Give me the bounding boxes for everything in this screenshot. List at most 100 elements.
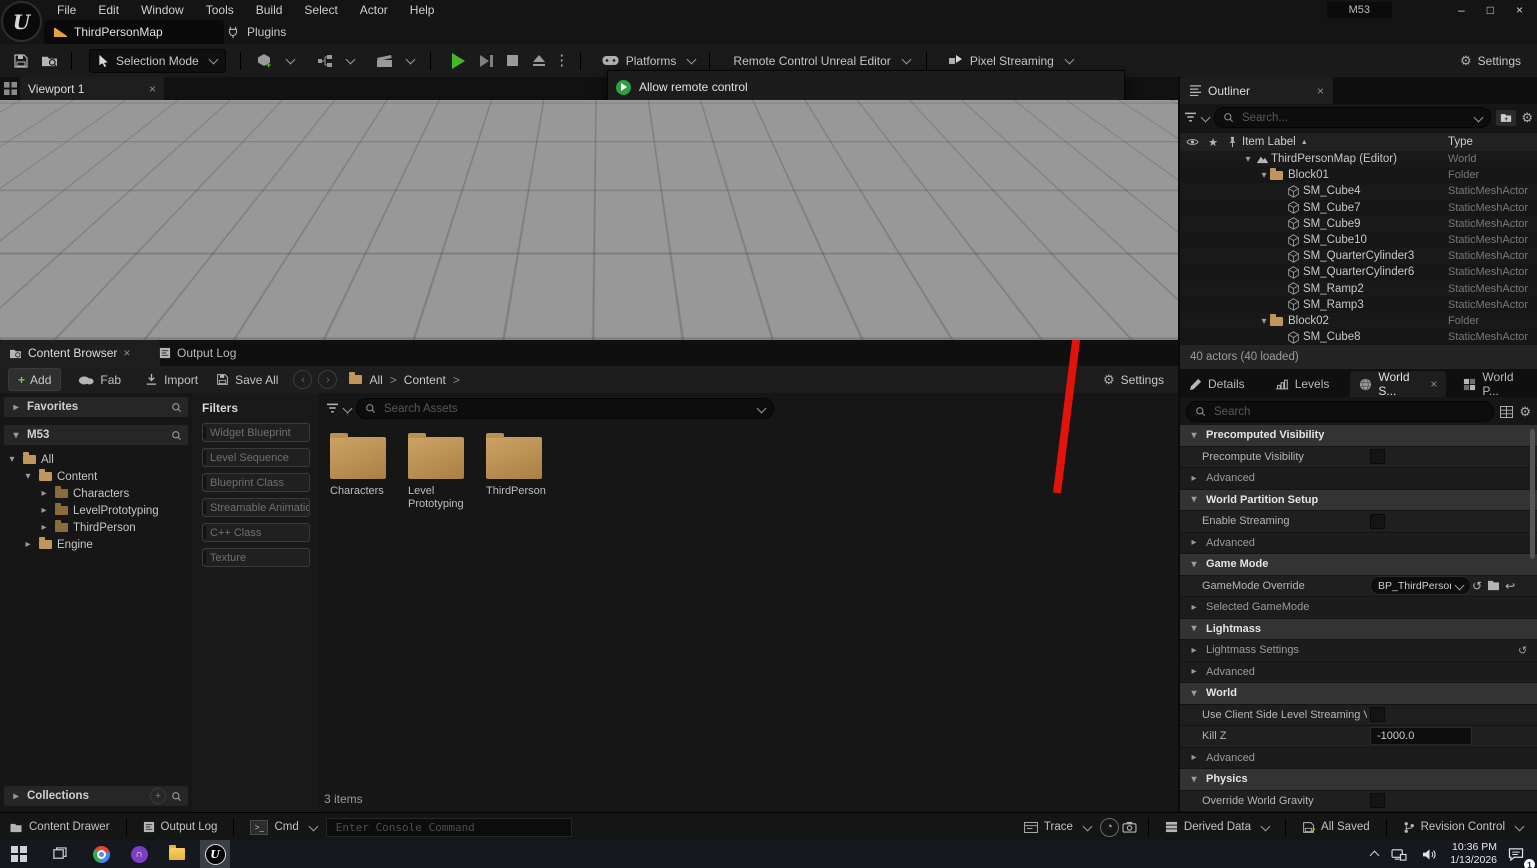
action-center-icon[interactable]: 1 — [1501, 840, 1535, 868]
chrome-icon[interactable] — [86, 840, 116, 868]
gamemode-override-dropdown[interactable]: BP_ThirdPersonG — [1370, 576, 1471, 596]
caret-down-icon[interactable]: ▾ — [1258, 316, 1270, 327]
close-icon[interactable]: × — [1317, 84, 1324, 98]
menu-actor[interactable]: Actor — [349, 0, 399, 20]
filter-cpp-class[interactable]: C++ Class — [202, 523, 310, 542]
pixel-streaming-dropdown[interactable]: Pixel Streaming — [948, 54, 1075, 68]
caret-down-icon[interactable]: ▾ — [22, 471, 34, 482]
selection-mode-dropdown[interactable]: Selection Mode — [89, 48, 226, 73]
outliner-row[interactable]: SM_Ramp3 StaticMeshActor — [1180, 297, 1537, 313]
unreal-taskbar-icon[interactable]: U — [200, 840, 230, 868]
remote-control-dropdown[interactable]: Remote Control Unreal Editor — [733, 54, 912, 68]
category-row[interactable]: ▾ World Partition Setup — [1180, 489, 1537, 511]
advanced-row[interactable]: ▸ Advanced — [1180, 661, 1537, 683]
gear-icon[interactable]: ⚙ — [1521, 111, 1533, 124]
tab-outliner[interactable]: Outliner × — [1180, 77, 1333, 104]
outliner-row[interactable]: ▾ Block02 Folder — [1180, 313, 1537, 330]
outliner-row[interactable]: SM_Cube8 StaticMeshActor — [1180, 329, 1537, 345]
platforms-dropdown[interactable]: Platforms — [602, 54, 697, 68]
property-row[interactable]: Override World Gravity — [1180, 790, 1537, 812]
chevron-down-icon[interactable] — [1473, 112, 1484, 123]
tab-world-partition[interactable]: World P... — [1454, 370, 1537, 398]
outliner-row[interactable]: SM_QuarterCylinder3 StaticMeshActor — [1180, 248, 1537, 265]
tray-expand-icon[interactable] — [1369, 850, 1380, 861]
add-actor-icon[interactable]: + — [248, 53, 282, 69]
category-row[interactable]: ▾ Lightmass — [1180, 618, 1537, 640]
menu-help[interactable]: Help — [399, 0, 446, 20]
search-icon[interactable] — [171, 402, 182, 413]
collections-header[interactable]: ▸ Collections + — [4, 786, 188, 806]
add-collection-icon[interactable]: + — [150, 788, 166, 804]
tree-item-engine[interactable]: ▸ Engine — [0, 536, 192, 553]
insights-icon[interactable]: ◔ — [1099, 817, 1119, 837]
menu-edit[interactable]: Edit — [87, 0, 130, 20]
derived-data-dropdown[interactable]: Derived Data — [1156, 821, 1278, 833]
advanced-row[interactable]: ▸ Advanced — [1180, 747, 1537, 769]
filter-icon[interactable] — [1184, 112, 1197, 123]
all-saved-button[interactable]: All Saved — [1293, 821, 1379, 834]
collapsed-row[interactable]: ▸ Lightmass Settings ↺ — [1180, 640, 1537, 662]
reset-icon[interactable]: ↺ — [1518, 644, 1527, 657]
filter-icon[interactable] — [326, 403, 339, 414]
static-mesh-platform[interactable] — [836, 224, 1002, 310]
chevron-down-icon[interactable] — [285, 54, 296, 65]
reset-icon[interactable]: ↩ — [1505, 579, 1515, 593]
caret-right-icon[interactable]: ▸ — [1188, 537, 1200, 548]
maximize-button[interactable]: □ — [1476, 0, 1505, 20]
category-row[interactable]: ▾ Physics — [1180, 769, 1537, 791]
lit-dropdown[interactable]: Lit — [140, 105, 192, 127]
filter-widget-blueprint[interactable]: Widget Blueprint — [202, 423, 310, 442]
outliner-row[interactable]: ▾ ThirdPersonMap (Editor) World — [1180, 151, 1537, 168]
tree-item-content[interactable]: ▾ Content — [0, 468, 192, 485]
advanced-row[interactable]: ▸ Advanced — [1180, 532, 1537, 554]
task-view-button[interactable] — [44, 840, 74, 868]
world-settings-search[interactable] — [1186, 401, 1495, 422]
star-icon[interactable]: ★ — [1204, 136, 1222, 149]
outliner-row[interactable]: SM_Cube4 StaticMeshActor — [1180, 183, 1537, 200]
tab-details[interactable]: Details — [1180, 371, 1254, 397]
menu-file[interactable]: File — [46, 0, 87, 20]
import-button[interactable]: Import — [136, 373, 207, 387]
caret-right-icon[interactable]: ▸ — [1188, 752, 1200, 763]
viewport-menu-icon[interactable]: ≡ — [6, 105, 30, 129]
breadcrumb-content[interactable]: Content — [404, 373, 446, 387]
filter-texture[interactable]: Texture — [202, 548, 310, 567]
tab-viewport-1[interactable]: Viewport 1 × — [20, 77, 164, 100]
scrollbar[interactable] — [1530, 429, 1535, 559]
caret-right-icon[interactable]: ▸ — [1188, 473, 1200, 484]
checkbox-unchecked[interactable] — [1370, 707, 1385, 723]
caret-down-icon[interactable]: ▾ — [1188, 623, 1200, 634]
content-drawer-icon[interactable] — [34, 53, 64, 68]
caret-right-icon[interactable]: ▸ — [22, 539, 34, 550]
property-row[interactable]: Use Client Side Level Streaming Vol... — [1180, 704, 1537, 726]
tab-output-log[interactable]: Output Log — [150, 340, 245, 366]
blueprints-icon[interactable] — [308, 54, 342, 68]
caret-right-icon[interactable]: ▸ — [1188, 645, 1200, 656]
tree-item-thirdperson[interactable]: ▸ ThirdPerson — [0, 519, 192, 536]
property-row[interactable]: Enable Streaming — [1180, 511, 1537, 533]
caret-down-icon[interactable]: ▾ — [1188, 774, 1200, 785]
trace-dropdown[interactable]: Trace — [1015, 821, 1100, 833]
caret-right-icon[interactable]: ▸ — [1188, 602, 1200, 613]
menu-tools[interactable]: Tools — [195, 0, 245, 20]
kill-z-field[interactable]: -1000.0 — [1370, 727, 1472, 746]
outliner-search[interactable] — [1214, 107, 1492, 128]
show-dropdown[interactable]: Show — [196, 105, 247, 127]
caret-right-icon[interactable]: ▸ — [38, 488, 50, 499]
content-browser-settings-button[interactable]: ⚙ Settings — [1103, 373, 1178, 387]
menu-select[interactable]: Select — [293, 0, 348, 20]
eject-button[interactable] — [526, 54, 552, 67]
checkbox-unchecked[interactable] — [1370, 449, 1385, 465]
grid-view-icon[interactable] — [1500, 405, 1514, 418]
tab-levels[interactable]: Levels — [1266, 371, 1339, 397]
console-command-input[interactable] — [333, 819, 564, 835]
collapsed-row[interactable]: ▸ Selected GameMode — [1180, 597, 1537, 619]
asset-folder-characters[interactable]: Characters — [330, 433, 394, 498]
menu-window[interactable]: Window — [130, 0, 195, 20]
revision-control-dropdown[interactable]: Revision Control — [1394, 821, 1537, 834]
tab-thirdpersonmap[interactable]: ThirdPersonMap — [44, 20, 224, 44]
filter-level-sequence[interactable]: Level Sequence — [202, 448, 310, 467]
frame-skip-button[interactable] — [474, 54, 500, 67]
cinematics-icon[interactable] — [368, 54, 402, 68]
asset-folder-thirdperson[interactable]: ThirdPerson — [486, 433, 550, 498]
